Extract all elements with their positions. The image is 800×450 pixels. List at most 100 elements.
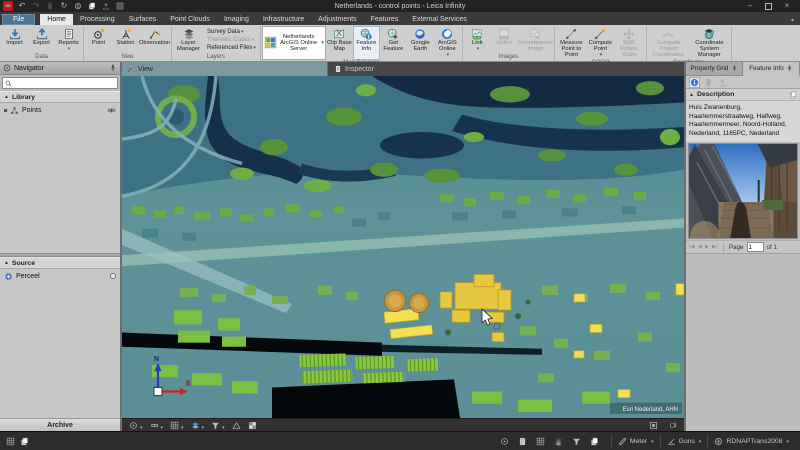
rotate-3d-button[interactable] [668, 421, 677, 430]
measure-icon [565, 28, 577, 40]
globe-icon[interactable] [73, 1, 83, 11]
link-feature-button[interactable] [731, 77, 742, 88]
points-icon [10, 106, 19, 115]
ribbon-group-cogo: Measure Point to Point Compute Point Shi… [555, 26, 647, 66]
compute-project-coordinates-button[interactable]: Compute Project Coordinates [648, 26, 689, 60]
tab-property-grid[interactable]: Property Grid [686, 62, 743, 76]
map-canvas[interactable]: N E Esri Nederland, AHN [122, 76, 684, 418]
feature-info-button[interactable]: Feature Info [352, 26, 380, 60]
tab-surfaces[interactable]: Surfaces [122, 14, 164, 25]
clip-base-map-button[interactable]: Clip Base Map [326, 26, 353, 60]
layers-toggle-icon[interactable] [553, 436, 564, 447]
no-snap-icon[interactable] [499, 436, 510, 447]
dropdown-caret [599, 52, 603, 58]
tab-feature-info[interactable]: Feature Info [743, 62, 800, 76]
tin-tool-button[interactable] [232, 421, 241, 430]
thematic-codes-dropdown[interactable]: Thematic Codes [207, 37, 256, 43]
measure-point-to-point-button[interactable]: Measure Point to Point [556, 26, 587, 60]
archive-button[interactable]: Archive [0, 418, 120, 431]
description-text: Huis Zwanenburg, Haarlemmerstraatweg, Ha… [686, 101, 800, 142]
station-button[interactable]: Station [112, 26, 139, 54]
tab-view[interactable]: View [122, 62, 328, 76]
window-layout-icon[interactable] [115, 1, 125, 11]
dropdown-caret [67, 46, 71, 52]
refresh-icon[interactable]: ↻ [59, 1, 69, 11]
tab-imaging[interactable]: Imaging [217, 14, 256, 25]
coordinate-system-manager-button[interactable]: Coordinate System Manager [689, 26, 730, 60]
chain-icon [732, 78, 741, 87]
coordinate-system-selector[interactable]: RDNAPTrans2008 [707, 434, 795, 448]
feature-photo[interactable] [688, 143, 798, 239]
undo-icon[interactable]: ↶ [17, 1, 27, 11]
tree-item-points[interactable]: Points [0, 103, 120, 117]
export-feature-button[interactable] [717, 77, 728, 88]
reports-button[interactable]: Reports [55, 26, 82, 54]
source-section-header[interactable]: ▲ Source [0, 257, 120, 269]
redo-icon[interactable]: ↷ [31, 1, 41, 11]
restore-button[interactable] [765, 3, 772, 10]
import-button[interactable]: Import [1, 26, 28, 54]
link-image-button[interactable]: Link [464, 26, 491, 54]
arcgis-server-button[interactable]: Netherlands ArcGIS Online Server [261, 26, 326, 60]
toggle-left-panel-icon[interactable] [5, 436, 16, 447]
tab-home[interactable]: Home [40, 14, 73, 25]
page-input[interactable] [746, 242, 764, 252]
point-button[interactable]: Point [85, 26, 112, 54]
export-button[interactable]: Export [28, 26, 55, 54]
delete-feature-button[interactable] [703, 77, 714, 88]
visibility-eye-icon[interactable] [107, 106, 116, 115]
tab-point-clouds[interactable]: Point Clouds [163, 14, 217, 25]
pin-icon[interactable] [731, 65, 738, 72]
referenced-files-dropdown[interactable]: Referenced Files [207, 45, 256, 51]
folder-icon[interactable] [589, 436, 600, 447]
tab-processing[interactable]: Processing [73, 14, 122, 25]
get-feature-button[interactable]: Get Feature [380, 26, 407, 60]
google-earth-button[interactable]: Google Earth [407, 26, 434, 60]
tab-adjustments[interactable]: Adjustments [311, 14, 364, 25]
statusbar: Meter Gons RDNAPTrans2008 [0, 431, 800, 450]
library-section-header[interactable]: ▲ Library [0, 91, 120, 103]
search-input[interactable] [14, 79, 115, 87]
distance-unit-selector[interactable]: Meter [610, 434, 660, 448]
next-page-button[interactable]: ▶ [705, 244, 709, 250]
delete-icon[interactable] [45, 1, 55, 11]
info-icon [690, 78, 699, 87]
observation-button[interactable]: Observation [139, 26, 170, 54]
background-tool-button[interactable] [248, 421, 257, 430]
toggle-right-panel-icon[interactable] [19, 436, 30, 447]
ribbon-collapse-icon[interactable]: ▴ [791, 16, 800, 25]
georeference-image-button[interactable]: Georeference Image [518, 26, 553, 54]
arcgis-online-button[interactable]: ArcGIS Online [434, 26, 461, 60]
description-header[interactable]: ▲ Description [686, 89, 800, 101]
filter-toggle-icon[interactable] [571, 436, 582, 447]
tab-infrastructure[interactable]: Infrastructure [256, 14, 311, 25]
tab-external-services[interactable]: External Services [405, 14, 473, 25]
last-page-button[interactable]: ▶| [712, 244, 718, 250]
unlink-image-button[interactable]: Unlink [491, 26, 518, 54]
info-toggle-button[interactable] [689, 76, 700, 88]
archive-icon[interactable] [87, 1, 97, 11]
tab-file[interactable]: File [2, 14, 36, 25]
angle-unit-selector[interactable]: Gons [659, 434, 708, 448]
pin-icon[interactable] [109, 64, 117, 72]
source-radio[interactable] [110, 273, 116, 279]
first-page-button[interactable]: |◀ [689, 244, 695, 250]
survey-data-dropdown[interactable]: Survey Data [207, 29, 256, 35]
tree-item-parcel[interactable]: Perceel [0, 269, 120, 283]
compute-point-icon [594, 28, 606, 40]
tab-features[interactable]: Features [364, 14, 406, 25]
export-icon[interactable] [101, 1, 111, 11]
copy-icon[interactable] [789, 91, 797, 99]
previous-page-button[interactable]: ◀ [698, 244, 702, 250]
close-button[interactable]: × [782, 1, 792, 11]
shift-rotate-scale-button[interactable]: Shift, Rotate, Scale [614, 26, 645, 60]
minimize-button[interactable]: – [745, 1, 755, 11]
grid-toggle-icon[interactable] [535, 436, 546, 447]
tab-inspector[interactable]: Inspector [328, 62, 684, 76]
layer-manager-button[interactable]: Layer Manager [173, 26, 204, 54]
fit-view-button[interactable] [649, 421, 658, 430]
report-icon[interactable] [517, 436, 528, 447]
compute-point-button[interactable]: Compute Point [587, 26, 614, 60]
pin-icon[interactable] [786, 65, 793, 72]
search-box[interactable] [2, 77, 118, 89]
